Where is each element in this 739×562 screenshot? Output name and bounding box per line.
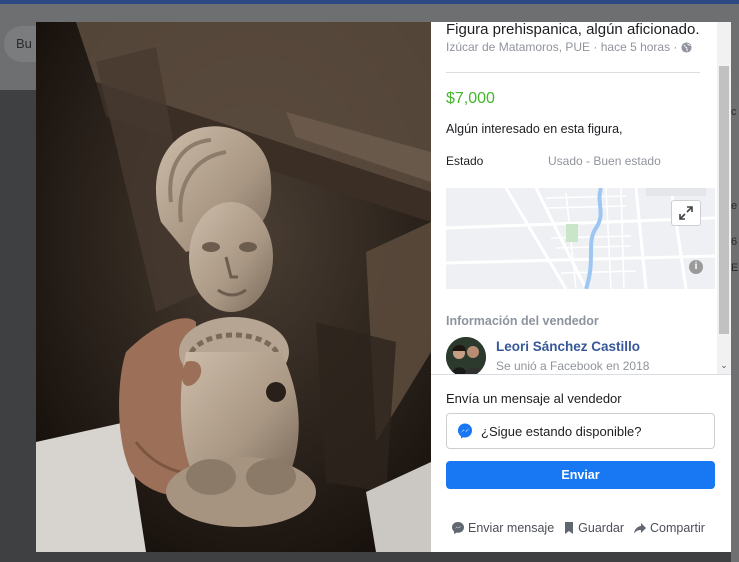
background-brand-strip [0, 0, 739, 4]
message-section: Envía un mensaje al vendedor ¿Sigue esta… [431, 374, 731, 552]
listing-details-panel: Figura prehispanica, algún aficionado. I… [431, 22, 731, 552]
message-input[interactable]: ¿Sigue estando disponible? [446, 413, 715, 449]
seller-avatar[interactable] [446, 337, 486, 374]
chat-bubble-icon [452, 522, 464, 534]
condition-label: Estado [446, 154, 484, 168]
send-message-button[interactable]: Enviar mensaje [451, 521, 554, 535]
listing-title: Figura prehispanica, algún aficionado. [446, 22, 700, 38]
location-time-text: Izúcar de Matamoros, PUE · hace 5 horas … [446, 40, 678, 54]
background-text: c [731, 106, 737, 118]
seller-section-title: Información del vendedor [446, 314, 599, 328]
expand-icon [679, 206, 693, 220]
avatar-image [446, 337, 486, 374]
map-expand-button[interactable] [671, 200, 701, 226]
location-map[interactable]: i [446, 188, 715, 289]
share-arrow-icon [634, 523, 647, 534]
message-input-value: ¿Sigue estando disponible? [481, 423, 642, 439]
details-scrollbar[interactable]: ⌄ [717, 22, 731, 374]
listing-price: $7,000 [446, 90, 495, 107]
background-right-column: c e 6 E [731, 90, 739, 562]
seller-joined-date: Se unió a Facebook en 2018 [496, 359, 650, 373]
background-text: e [731, 200, 738, 212]
details-scroll-area[interactable]: Figura prehispanica, algún aficionado. I… [431, 22, 717, 374]
listing-meta: Izúcar de Matamoros, PUE · hace 5 horas … [446, 40, 692, 54]
action-bar: Enviar mensaje Guardar Compartir [451, 521, 705, 535]
background-text: 6 [731, 236, 738, 248]
info-icon[interactable]: i [689, 260, 703, 274]
globe-icon [681, 41, 692, 53]
divider [446, 72, 700, 73]
listing-modal: Figura prehispanica, algún aficionado. I… [36, 22, 731, 552]
messenger-icon [458, 423, 472, 439]
save-button[interactable]: Guardar [563, 521, 624, 535]
send-button[interactable]: Enviar [446, 461, 715, 489]
figurine-photo-illustration [36, 22, 431, 552]
message-label: Envía un mensaje al vendedor [446, 391, 622, 406]
scrollbar-thumb[interactable] [719, 66, 729, 334]
chevron-down-icon[interactable]: ⌄ [719, 360, 729, 370]
seller-name-link[interactable]: Leori Sánchez Castillo [496, 339, 640, 354]
listing-description: Algún interesado en esta figura, [446, 122, 623, 136]
share-label: Compartir [650, 521, 705, 535]
send-message-label: Enviar mensaje [468, 521, 555, 535]
condition-value: Usado - Buen estado [548, 154, 661, 168]
listing-photo[interactable] [36, 22, 431, 552]
save-label: Guardar [578, 521, 625, 535]
background-text: E [731, 262, 739, 274]
bookmark-icon [565, 522, 574, 534]
share-button[interactable]: Compartir [633, 521, 705, 535]
